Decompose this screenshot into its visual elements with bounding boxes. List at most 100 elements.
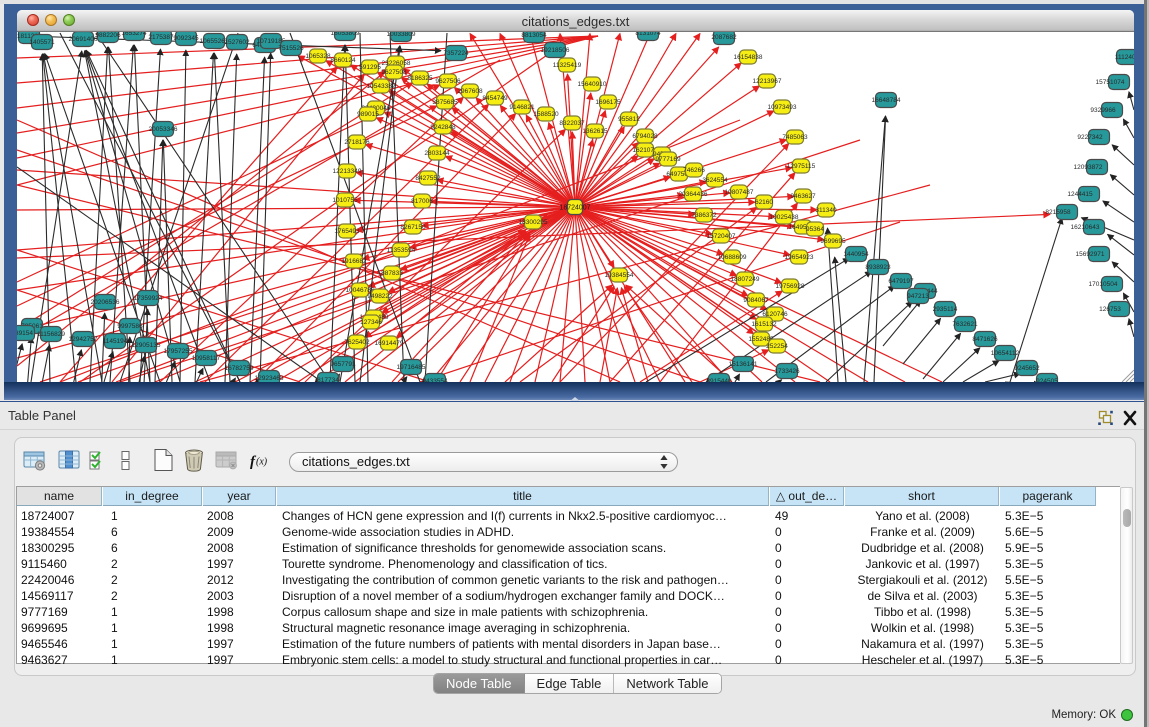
svg-text:16154838: 16154838	[734, 54, 763, 61]
svg-text:17010504: 17010504	[1089, 281, 1118, 288]
svg-text:19654923: 19654923	[785, 254, 814, 261]
svg-text:15751074: 15751074	[1096, 79, 1125, 86]
svg-text:19756928: 19756928	[776, 283, 805, 290]
svg-text:8813054: 8813054	[521, 32, 547, 39]
svg-text:18300295: 18300295	[519, 219, 548, 226]
svg-text:1010755: 1010755	[332, 197, 358, 204]
svg-text:7485063: 7485063	[782, 134, 808, 141]
svg-text:20206536: 20206536	[91, 299, 120, 306]
svg-text:2718176: 2718176	[344, 139, 370, 146]
svg-text:3624554: 3624554	[702, 177, 728, 184]
svg-text:8267150: 8267150	[400, 224, 426, 231]
svg-text:18807249: 18807249	[731, 276, 760, 283]
svg-text:1588520: 1588520	[533, 111, 559, 118]
svg-text:1765493: 1765493	[334, 228, 360, 235]
svg-text:1440954: 1440954	[843, 251, 869, 258]
svg-text:18724007: 18724007	[559, 205, 590, 212]
svg-text:9657791: 9657791	[330, 361, 356, 368]
svg-text:39154: 39154	[17, 330, 33, 337]
svg-text:12923468: 12923468	[255, 375, 284, 382]
svg-text:9627508: 9627508	[381, 69, 407, 76]
svg-text:8215958: 8215958	[1045, 209, 1071, 216]
svg-text:1696175: 1696175	[595, 99, 621, 106]
svg-text:8131074: 8131074	[635, 32, 661, 37]
svg-text:2175387: 2175387	[148, 34, 174, 41]
svg-text:2087682: 2087682	[711, 34, 737, 41]
svg-text:1405571: 1405571	[29, 39, 55, 46]
svg-text:9146821: 9146821	[509, 104, 535, 111]
svg-text:3875685: 3875685	[432, 99, 458, 106]
svg-text:252254: 252254	[766, 343, 788, 350]
svg-text:16648784: 16648784	[872, 97, 901, 104]
svg-text:15136141: 15136141	[729, 361, 758, 368]
svg-text:12942757: 12942757	[69, 336, 98, 343]
svg-text:1733426: 1733426	[774, 368, 800, 375]
svg-text:17359924: 17359924	[134, 295, 163, 302]
svg-text:16053809: 16053809	[331, 32, 360, 37]
svg-text:16210643: 16210643	[1071, 224, 1100, 231]
svg-text:1065328: 1065328	[305, 53, 331, 60]
svg-text:16914479: 16914479	[375, 340, 404, 347]
svg-text:989015: 989015	[357, 111, 379, 118]
svg-text:12213967: 12213967	[753, 78, 782, 85]
svg-text:9463627: 9463627	[790, 193, 816, 200]
svg-text:9627506: 9627506	[435, 78, 461, 85]
svg-text:7632621: 7632621	[952, 321, 978, 328]
svg-text:7386372: 7386372	[691, 212, 717, 219]
svg-text:7625402: 7625402	[344, 339, 370, 346]
svg-text:9498222: 9498222	[367, 293, 393, 300]
svg-text:10654112: 10654112	[991, 350, 1020, 357]
svg-text:20691406: 20691406	[69, 36, 98, 43]
svg-text:1145194: 1145194	[103, 338, 128, 345]
svg-text:1653274: 1653274	[121, 32, 147, 37]
svg-text:9882206: 9882206	[95, 32, 121, 39]
svg-text:947213: 947213	[907, 293, 929, 300]
svg-text:10973493: 10973493	[768, 104, 797, 111]
svg-text:15640910: 15640910	[578, 81, 607, 88]
svg-text:19384554: 19384554	[605, 272, 634, 279]
svg-text:7357224: 7357224	[443, 50, 469, 57]
svg-text:8186325: 8186325	[407, 75, 433, 82]
svg-text:10033809: 10033809	[387, 32, 416, 38]
svg-text:2935114: 2935114	[933, 306, 958, 313]
svg-text:6794028: 6794028	[632, 133, 658, 140]
svg-text:6479197: 6479197	[888, 278, 914, 285]
svg-text:17957255: 17957255	[164, 348, 193, 355]
svg-text:311340: 311340	[815, 207, 837, 214]
svg-text:16782759: 16782759	[225, 365, 254, 372]
svg-text:9092345: 9092345	[173, 35, 199, 42]
svg-text:1244415: 1244415	[1067, 191, 1093, 198]
svg-text:817734: 817734	[317, 377, 339, 382]
svg-text:11325419: 11325419	[553, 62, 582, 69]
svg-text:(x): (x)	[256, 457, 268, 468]
svg-text:12905135: 12905135	[132, 342, 161, 349]
svg-text:1615132: 1615132	[751, 321, 777, 328]
svg-text:1527602: 1527602	[224, 39, 250, 46]
svg-text:1362615: 1362615	[582, 128, 608, 135]
svg-text:8660124: 8660124	[330, 57, 356, 64]
svg-text:11353594: 11353594	[387, 247, 416, 254]
svg-text:8454749: 8454749	[482, 95, 508, 102]
svg-text:19218506: 19218506	[541, 47, 570, 54]
svg-text:20364436: 20364436	[679, 191, 708, 198]
svg-text:9084067: 9084067	[743, 297, 769, 304]
svg-text:127346: 127346	[360, 319, 382, 326]
svg-text:12213349: 12213349	[333, 168, 362, 175]
svg-text:2803144: 2803144	[424, 150, 450, 157]
svg-text:10025438: 10025438	[770, 214, 799, 221]
svg-text:9227342: 9227342	[1077, 134, 1103, 141]
svg-text:7515526: 7515526	[278, 45, 304, 52]
svg-text:1916682: 1916682	[341, 258, 367, 265]
svg-text:15692971: 15692971	[1076, 251, 1105, 258]
svg-text:62160: 62160	[755, 199, 773, 206]
svg-text:8471626: 8471626	[972, 336, 998, 343]
svg-text:10958117: 10958117	[192, 355, 221, 362]
svg-text:15720407: 15720407	[707, 233, 736, 240]
svg-text:8322037: 8322037	[559, 120, 585, 127]
svg-text:746266: 746266	[683, 167, 705, 174]
svg-text:817006: 817006	[411, 198, 433, 205]
svg-text:19716485: 19716485	[397, 364, 426, 371]
svg-text:9777169: 9777169	[655, 156, 681, 163]
svg-text:9245652: 9245652	[1014, 365, 1040, 372]
svg-text:924505: 924505	[1036, 378, 1058, 382]
